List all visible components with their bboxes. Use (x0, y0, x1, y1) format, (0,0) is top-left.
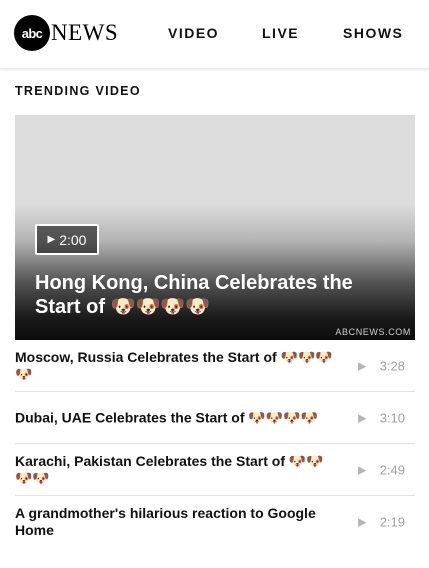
nav-shows[interactable]: SHOWS (343, 25, 403, 41)
hero-duration-badge[interactable]: ▶ 2:00 (35, 224, 99, 255)
abc-logo-text: abc (21, 25, 43, 41)
video-title[interactable]: Moscow, Russia Celebrates the Start of 🐶… (15, 349, 335, 383)
play-icon: ▶ (358, 360, 367, 372)
section-title: TRENDING VIDEO (15, 84, 141, 98)
top-navigation-bar: abc NEWS VIDEO LIVE SHOWS (0, 0, 429, 68)
video-list-item[interactable]: Karachi, Pakistan Celebrates the Start o… (15, 444, 415, 496)
video-title[interactable]: Karachi, Pakistan Celebrates the Start o… (15, 453, 335, 487)
video-title[interactable]: A grandmother's hilarious reaction to Go… (15, 505, 335, 539)
hero-source-label: ABCNEWS.COM (335, 327, 411, 337)
play-icon: ▶ (358, 464, 367, 476)
play-icon: ▶ (358, 516, 367, 529)
abc-logo-circle: abc (14, 15, 50, 51)
video-list: Moscow, Russia Celebrates the Start of 🐶… (15, 340, 415, 548)
video-list-item[interactable]: A grandmother's hilarious reaction to Go… (15, 496, 415, 548)
video-duration: 3:28 (379, 358, 405, 373)
abc-news-logo[interactable]: abc NEWS (14, 15, 118, 51)
video-title[interactable]: Dubai, UAE Celebrates the Start of 🐶🐶🐶🐶 (15, 409, 335, 426)
hero-duration: 2:00 (59, 231, 87, 248)
video-duration: 2:49 (379, 462, 405, 477)
play-icon: ▶ (358, 412, 367, 424)
video-list-item[interactable]: Moscow, Russia Celebrates the Start of 🐶… (15, 340, 415, 392)
nav-video[interactable]: VIDEO (168, 25, 219, 41)
nav-live[interactable]: LIVE (262, 25, 299, 41)
play-icon: ▶ (47, 234, 56, 245)
video-list-item[interactable]: Dubai, UAE Celebrates the Start of 🐶🐶🐶🐶 … (15, 392, 415, 444)
video-duration: 2:19 (379, 514, 405, 530)
hero-title[interactable]: Hong Kong, China Celebrates the Start of… (35, 271, 395, 319)
news-logo-word: NEWS (51, 20, 119, 45)
hero-video-card[interactable]: ▶ 2:00 Hong Kong, China Celebrates the S… (15, 115, 415, 340)
video-duration: 3:10 (379, 410, 405, 425)
